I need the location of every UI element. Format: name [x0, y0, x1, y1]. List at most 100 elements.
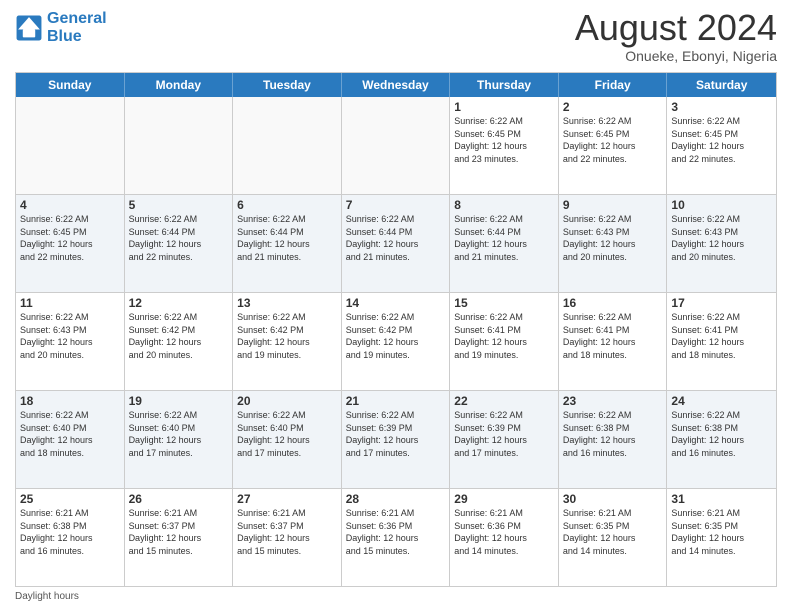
- calendar-cell: 24Sunrise: 6:22 AM Sunset: 6:38 PM Dayli…: [667, 391, 776, 488]
- header: General Blue August 2024 Onueke, Ebonyi,…: [15, 10, 777, 64]
- calendar-cell: 3Sunrise: 6:22 AM Sunset: 6:45 PM Daylig…: [667, 97, 776, 194]
- calendar-cell: 20Sunrise: 6:22 AM Sunset: 6:40 PM Dayli…: [233, 391, 342, 488]
- day-number: 21: [346, 394, 446, 408]
- day-number: 14: [346, 296, 446, 310]
- calendar-header: SundayMondayTuesdayWednesdayThursdayFrid…: [16, 73, 776, 97]
- cell-detail: Sunrise: 6:22 AM Sunset: 6:45 PM Dayligh…: [20, 213, 120, 263]
- day-number: 17: [671, 296, 772, 310]
- cell-detail: Sunrise: 6:21 AM Sunset: 6:36 PM Dayligh…: [454, 507, 554, 557]
- cell-detail: Sunrise: 6:22 AM Sunset: 6:43 PM Dayligh…: [563, 213, 663, 263]
- calendar-cell: 16Sunrise: 6:22 AM Sunset: 6:41 PM Dayli…: [559, 293, 668, 390]
- day-number: 31: [671, 492, 772, 506]
- calendar-cell: 22Sunrise: 6:22 AM Sunset: 6:39 PM Dayli…: [450, 391, 559, 488]
- cell-detail: Sunrise: 6:21 AM Sunset: 6:35 PM Dayligh…: [563, 507, 663, 557]
- cell-detail: Sunrise: 6:22 AM Sunset: 6:42 PM Dayligh…: [237, 311, 337, 361]
- cell-detail: Sunrise: 6:21 AM Sunset: 6:37 PM Dayligh…: [129, 507, 229, 557]
- logo-line1: General: [47, 10, 107, 28]
- calendar-cell: 13Sunrise: 6:22 AM Sunset: 6:42 PM Dayli…: [233, 293, 342, 390]
- cell-detail: Sunrise: 6:22 AM Sunset: 6:40 PM Dayligh…: [129, 409, 229, 459]
- calendar-cell: [342, 97, 451, 194]
- calendar-cell: 17Sunrise: 6:22 AM Sunset: 6:41 PM Dayli…: [667, 293, 776, 390]
- cell-detail: Sunrise: 6:22 AM Sunset: 6:40 PM Dayligh…: [237, 409, 337, 459]
- day-number: 3: [671, 100, 772, 114]
- cell-detail: Sunrise: 6:22 AM Sunset: 6:45 PM Dayligh…: [454, 115, 554, 165]
- day-number: 9: [563, 198, 663, 212]
- calendar-row: 11Sunrise: 6:22 AM Sunset: 6:43 PM Dayli…: [16, 292, 776, 390]
- calendar-cell: [16, 97, 125, 194]
- day-number: 2: [563, 100, 663, 114]
- calendar-row: 4Sunrise: 6:22 AM Sunset: 6:45 PM Daylig…: [16, 194, 776, 292]
- day-number: 24: [671, 394, 772, 408]
- day-number: 20: [237, 394, 337, 408]
- cell-detail: Sunrise: 6:21 AM Sunset: 6:38 PM Dayligh…: [20, 507, 120, 557]
- cell-detail: Sunrise: 6:22 AM Sunset: 6:41 PM Dayligh…: [671, 311, 772, 361]
- cell-detail: Sunrise: 6:22 AM Sunset: 6:44 PM Dayligh…: [454, 213, 554, 263]
- calendar-cell: 14Sunrise: 6:22 AM Sunset: 6:42 PM Dayli…: [342, 293, 451, 390]
- calendar-row: 1Sunrise: 6:22 AM Sunset: 6:45 PM Daylig…: [16, 97, 776, 194]
- day-number: 13: [237, 296, 337, 310]
- cell-detail: Sunrise: 6:22 AM Sunset: 6:44 PM Dayligh…: [129, 213, 229, 263]
- calendar-cell: 19Sunrise: 6:22 AM Sunset: 6:40 PM Dayli…: [125, 391, 234, 488]
- calendar-cell: 31Sunrise: 6:21 AM Sunset: 6:35 PM Dayli…: [667, 489, 776, 586]
- footer-note: Daylight hours: [15, 591, 777, 602]
- day-number: 4: [20, 198, 120, 212]
- calendar-cell: 7Sunrise: 6:22 AM Sunset: 6:44 PM Daylig…: [342, 195, 451, 292]
- calendar-cell: 25Sunrise: 6:21 AM Sunset: 6:38 PM Dayli…: [16, 489, 125, 586]
- day-number: 15: [454, 296, 554, 310]
- logo-line2: Blue: [47, 28, 107, 46]
- calendar-cell: 27Sunrise: 6:21 AM Sunset: 6:37 PM Dayli…: [233, 489, 342, 586]
- day-number: 18: [20, 394, 120, 408]
- calendar-cell: 10Sunrise: 6:22 AM Sunset: 6:43 PM Dayli…: [667, 195, 776, 292]
- calendar-cell: 23Sunrise: 6:22 AM Sunset: 6:38 PM Dayli…: [559, 391, 668, 488]
- day-number: 29: [454, 492, 554, 506]
- calendar-cell: [233, 97, 342, 194]
- calendar-cell: [125, 97, 234, 194]
- calendar-cell: 28Sunrise: 6:21 AM Sunset: 6:36 PM Dayli…: [342, 489, 451, 586]
- day-number: 6: [237, 198, 337, 212]
- title-block: August 2024 Onueke, Ebonyi, Nigeria: [575, 10, 777, 64]
- calendar-cell: 8Sunrise: 6:22 AM Sunset: 6:44 PM Daylig…: [450, 195, 559, 292]
- day-number: 8: [454, 198, 554, 212]
- cell-detail: Sunrise: 6:22 AM Sunset: 6:39 PM Dayligh…: [454, 409, 554, 459]
- cell-detail: Sunrise: 6:22 AM Sunset: 6:42 PM Dayligh…: [129, 311, 229, 361]
- cell-detail: Sunrise: 6:22 AM Sunset: 6:39 PM Dayligh…: [346, 409, 446, 459]
- calendar-row: 18Sunrise: 6:22 AM Sunset: 6:40 PM Dayli…: [16, 390, 776, 488]
- calendar-cell: 4Sunrise: 6:22 AM Sunset: 6:45 PM Daylig…: [16, 195, 125, 292]
- day-number: 11: [20, 296, 120, 310]
- month-year: August 2024: [575, 10, 777, 46]
- day-number: 26: [129, 492, 229, 506]
- cell-detail: Sunrise: 6:22 AM Sunset: 6:44 PM Dayligh…: [237, 213, 337, 263]
- day-number: 28: [346, 492, 446, 506]
- cell-detail: Sunrise: 6:22 AM Sunset: 6:45 PM Dayligh…: [671, 115, 772, 165]
- day-number: 19: [129, 394, 229, 408]
- cell-detail: Sunrise: 6:22 AM Sunset: 6:40 PM Dayligh…: [20, 409, 120, 459]
- calendar-cell: 21Sunrise: 6:22 AM Sunset: 6:39 PM Dayli…: [342, 391, 451, 488]
- day-number: 10: [671, 198, 772, 212]
- cell-detail: Sunrise: 6:22 AM Sunset: 6:43 PM Dayligh…: [20, 311, 120, 361]
- cell-detail: Sunrise: 6:21 AM Sunset: 6:37 PM Dayligh…: [237, 507, 337, 557]
- day-number: 30: [563, 492, 663, 506]
- cal-header-cell-sunday: Sunday: [16, 73, 125, 97]
- cal-header-cell-saturday: Saturday: [667, 73, 776, 97]
- cell-detail: Sunrise: 6:22 AM Sunset: 6:38 PM Dayligh…: [563, 409, 663, 459]
- cell-detail: Sunrise: 6:22 AM Sunset: 6:44 PM Dayligh…: [346, 213, 446, 263]
- cal-header-cell-friday: Friday: [559, 73, 668, 97]
- day-number: 25: [20, 492, 120, 506]
- cal-header-cell-thursday: Thursday: [450, 73, 559, 97]
- cell-detail: Sunrise: 6:22 AM Sunset: 6:43 PM Dayligh…: [671, 213, 772, 263]
- day-number: 12: [129, 296, 229, 310]
- calendar-cell: 1Sunrise: 6:22 AM Sunset: 6:45 PM Daylig…: [450, 97, 559, 194]
- calendar-cell: 11Sunrise: 6:22 AM Sunset: 6:43 PM Dayli…: [16, 293, 125, 390]
- cell-detail: Sunrise: 6:21 AM Sunset: 6:35 PM Dayligh…: [671, 507, 772, 557]
- calendar-cell: 6Sunrise: 6:22 AM Sunset: 6:44 PM Daylig…: [233, 195, 342, 292]
- cell-detail: Sunrise: 6:22 AM Sunset: 6:41 PM Dayligh…: [454, 311, 554, 361]
- cal-header-cell-tuesday: Tuesday: [233, 73, 342, 97]
- cal-header-cell-wednesday: Wednesday: [342, 73, 451, 97]
- cell-detail: Sunrise: 6:22 AM Sunset: 6:45 PM Dayligh…: [563, 115, 663, 165]
- calendar-cell: 12Sunrise: 6:22 AM Sunset: 6:42 PM Dayli…: [125, 293, 234, 390]
- day-number: 5: [129, 198, 229, 212]
- logo-icon: [15, 14, 43, 42]
- logo: General Blue: [15, 10, 107, 45]
- cal-header-cell-monday: Monday: [125, 73, 234, 97]
- day-number: 1: [454, 100, 554, 114]
